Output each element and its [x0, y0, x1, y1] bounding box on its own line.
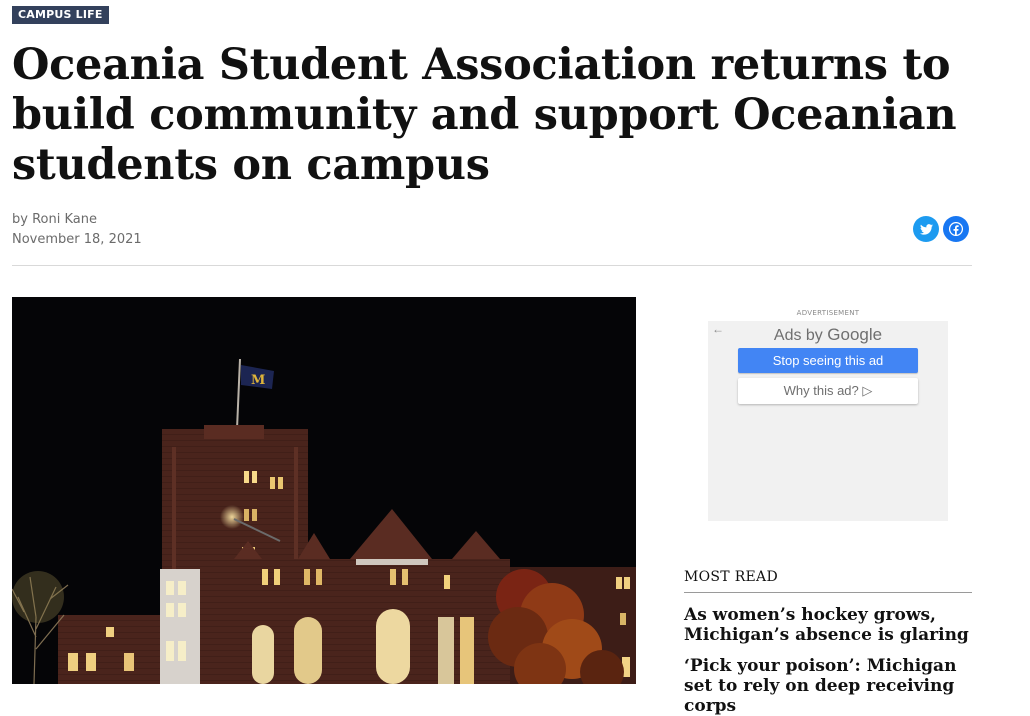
advertisement-label: ADVERTISEMENT: [796, 309, 860, 317]
google-logo: Google: [827, 325, 883, 344]
most-read-divider: [684, 592, 972, 593]
ads-by-google: Ads by Google: [708, 325, 948, 345]
michigan-union-night-photo: M: [12, 297, 636, 684]
why-this-ad-label: Why this ad?: [783, 383, 859, 398]
ad-choices-icon: ▷: [862, 383, 873, 398]
most-read-heading: MOST READ: [684, 569, 778, 585]
facebook-icon: [949, 222, 963, 236]
category-badge[interactable]: CAMPUS LIFE: [12, 6, 109, 24]
publish-date: November 18, 2021: [12, 232, 142, 247]
svg-text:M: M: [251, 373, 265, 388]
why-this-ad-button[interactable]: Why this ad? ▷: [738, 378, 918, 404]
ad-unit: ← Ads by Google Stop seeing this ad Why …: [708, 321, 948, 521]
facebook-share-button[interactable]: [943, 216, 969, 242]
byline[interactable]: by Roni Kane: [12, 210, 142, 230]
most-read-item[interactable]: ‘Pick your poison’: Michigan set to rely…: [684, 656, 984, 716]
header-divider: [12, 265, 972, 266]
twitter-share-button[interactable]: [913, 216, 939, 242]
article-headline: Oceania Student Association returns to b…: [12, 40, 957, 190]
stop-seeing-ad-button[interactable]: Stop seeing this ad: [738, 348, 918, 373]
ads-by-prefix: Ads by: [773, 327, 823, 344]
most-read-item[interactable]: As women’s hockey grows, Michigan’s abse…: [684, 605, 984, 645]
twitter-icon: [919, 223, 933, 235]
hero-image[interactable]: M: [12, 297, 636, 684]
article-meta: by Roni Kane November 18, 2021: [12, 210, 142, 250]
